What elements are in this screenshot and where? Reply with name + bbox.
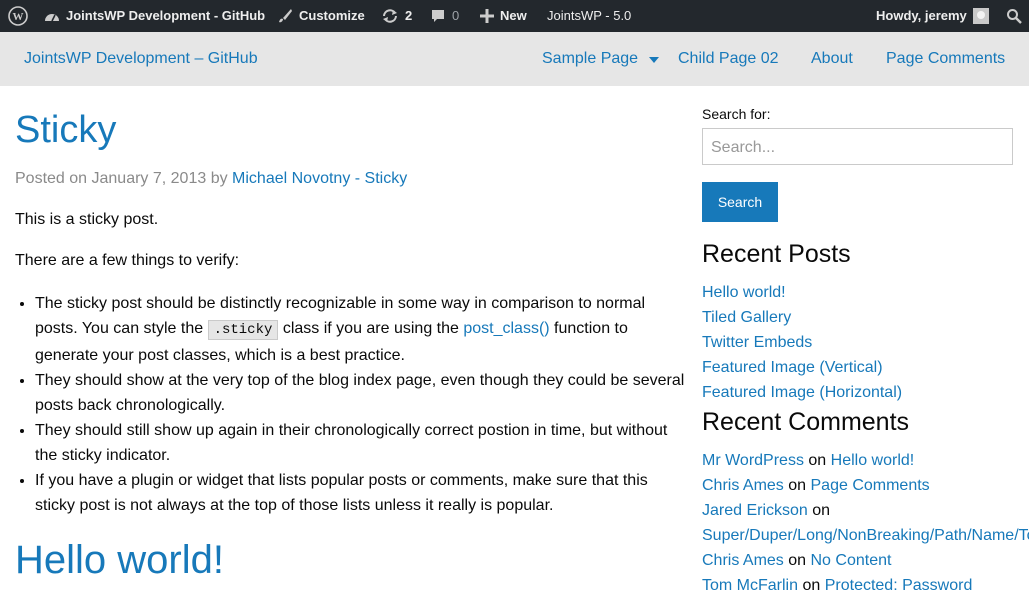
list-item: They should still show up again in their… [35, 418, 685, 468]
list-item: Jared Erickson on [702, 498, 1029, 523]
account-menu[interactable]: Howdy, jeremy [876, 0, 989, 32]
comment-bubble-icon [430, 8, 446, 24]
list-item: Mr WordPress on Hello world! [702, 448, 1029, 473]
new-label: New [500, 8, 527, 23]
list-item: They should show at the very top of the … [35, 368, 685, 418]
list-item: Tom McFarlin on Protected: Password [702, 573, 1029, 598]
post-bullet-list: The sticky post should be distinctly rec… [15, 291, 685, 518]
comment-author-link[interactable]: Chris Ames [702, 477, 784, 494]
nav-sample-page[interactable]: Sample Page [542, 32, 638, 86]
search-icon[interactable] [1006, 0, 1022, 32]
recent-post-link[interactable]: Hello world! [702, 280, 902, 305]
comment-post-link[interactable]: No Content [811, 552, 892, 569]
version-label: JointsWP - 5.0 [547, 8, 632, 23]
byline-text: Posted on January 7, 2013 by [15, 170, 233, 187]
dropdown-caret-icon[interactable] [649, 57, 659, 63]
comment-post-link[interactable]: Protected: Password [825, 577, 973, 594]
avatar [972, 8, 989, 24]
comment-post-link[interactable]: Super/Duper/Long/NonBreaking/Path/Name/T… [702, 527, 1029, 544]
recent-post-link[interactable]: Twitter Embeds [702, 330, 902, 355]
comment-post-link[interactable]: Hello world! [831, 452, 915, 469]
comment-author-link[interactable]: Chris Ames [702, 552, 784, 569]
list-item-text: class if you are using the [278, 320, 464, 337]
updates-icon [381, 8, 399, 24]
version-menu[interactable]: JointsWP - 5.0 [547, 0, 631, 32]
list-item: The sticky post should be distinctly rec… [35, 291, 685, 368]
comment-author-link[interactable]: Mr WordPress [702, 452, 804, 469]
recent-post-link[interactable]: Featured Image (Vertical) [702, 355, 902, 380]
search-input[interactable]: Search... [702, 128, 1013, 165]
post-title[interactable]: Sticky [15, 110, 116, 150]
comments-count: 0 [452, 8, 460, 23]
on-text: on [788, 552, 807, 569]
customize-label: Customize [299, 8, 365, 23]
comment-author-link[interactable]: Jared Erickson [702, 502, 808, 519]
inline-code: .sticky [207, 320, 279, 340]
post-title-2[interactable]: Hello world! [15, 538, 224, 582]
list-item: If you have a plugin or widget that list… [35, 468, 685, 518]
author-link[interactable]: Michael Novotny - Sticky [232, 170, 407, 187]
top-navigation: JointsWP Development – GitHub Sample Pag… [0, 32, 1029, 86]
wordpress-logo-icon[interactable]: W [8, 0, 28, 32]
recent-post-link[interactable]: Featured Image (Horizontal) [702, 380, 902, 405]
nav-about[interactable]: About [811, 32, 853, 86]
recent-post-link[interactable]: Tiled Gallery [702, 305, 902, 330]
post-paragraph: This is a sticky post. [15, 211, 159, 228]
post-class-link[interactable]: post_class() [463, 320, 549, 337]
recent-comments-title: Recent Comments [702, 408, 910, 436]
on-text: on [788, 477, 807, 494]
nav-page-comments[interactable]: Page Comments [886, 32, 1005, 86]
comment-post-link[interactable]: Page Comments [811, 477, 930, 494]
on-text: on [802, 577, 821, 594]
updates-link[interactable]: 2 [381, 0, 412, 32]
post-paragraph: There are a few things to verify: [15, 252, 240, 269]
recent-comments-list: Mr WordPress on Hello world! Chris Ames … [702, 448, 1029, 598]
brush-icon [277, 8, 293, 24]
svg-text:W: W [13, 11, 24, 23]
site-name-menu[interactable]: JointsWP Development - GitHub [44, 0, 265, 32]
search-button[interactable]: Search [702, 182, 778, 222]
list-item: Chris Ames on Page Comments [702, 473, 1029, 498]
recent-posts-list: Hello world! Tiled Gallery Twitter Embed… [702, 280, 902, 405]
dashboard-icon [44, 9, 60, 23]
updates-count: 2 [405, 8, 413, 23]
list-item: Chris Ames on No Content [702, 548, 1029, 573]
search-label: Search for: [702, 106, 771, 122]
post-byline: Posted on January 7, 2013 by Michael Nov… [15, 170, 407, 188]
comments-link[interactable]: 0 [430, 0, 459, 32]
list-item: Super/Duper/Long/NonBreaking/Path/Name/T… [702, 523, 1029, 548]
site-title-link[interactable]: JointsWP Development – GitHub [24, 32, 258, 86]
customize-link[interactable]: Customize [277, 0, 365, 32]
plus-icon [480, 9, 494, 23]
nav-child-page-02[interactable]: Child Page 02 [678, 32, 779, 86]
recent-posts-title: Recent Posts [702, 240, 851, 268]
admin-bar: W JointsWP Development - GitHub Customiz… [0, 0, 1029, 32]
site-name-label: JointsWP Development - GitHub [66, 8, 266, 23]
comment-author-link[interactable]: Tom McFarlin [702, 577, 798, 594]
howdy-label: Howdy, jeremy [876, 8, 967, 23]
new-content-menu[interactable]: New [480, 0, 527, 32]
on-text: on [808, 452, 827, 469]
on-text: on [812, 502, 831, 519]
